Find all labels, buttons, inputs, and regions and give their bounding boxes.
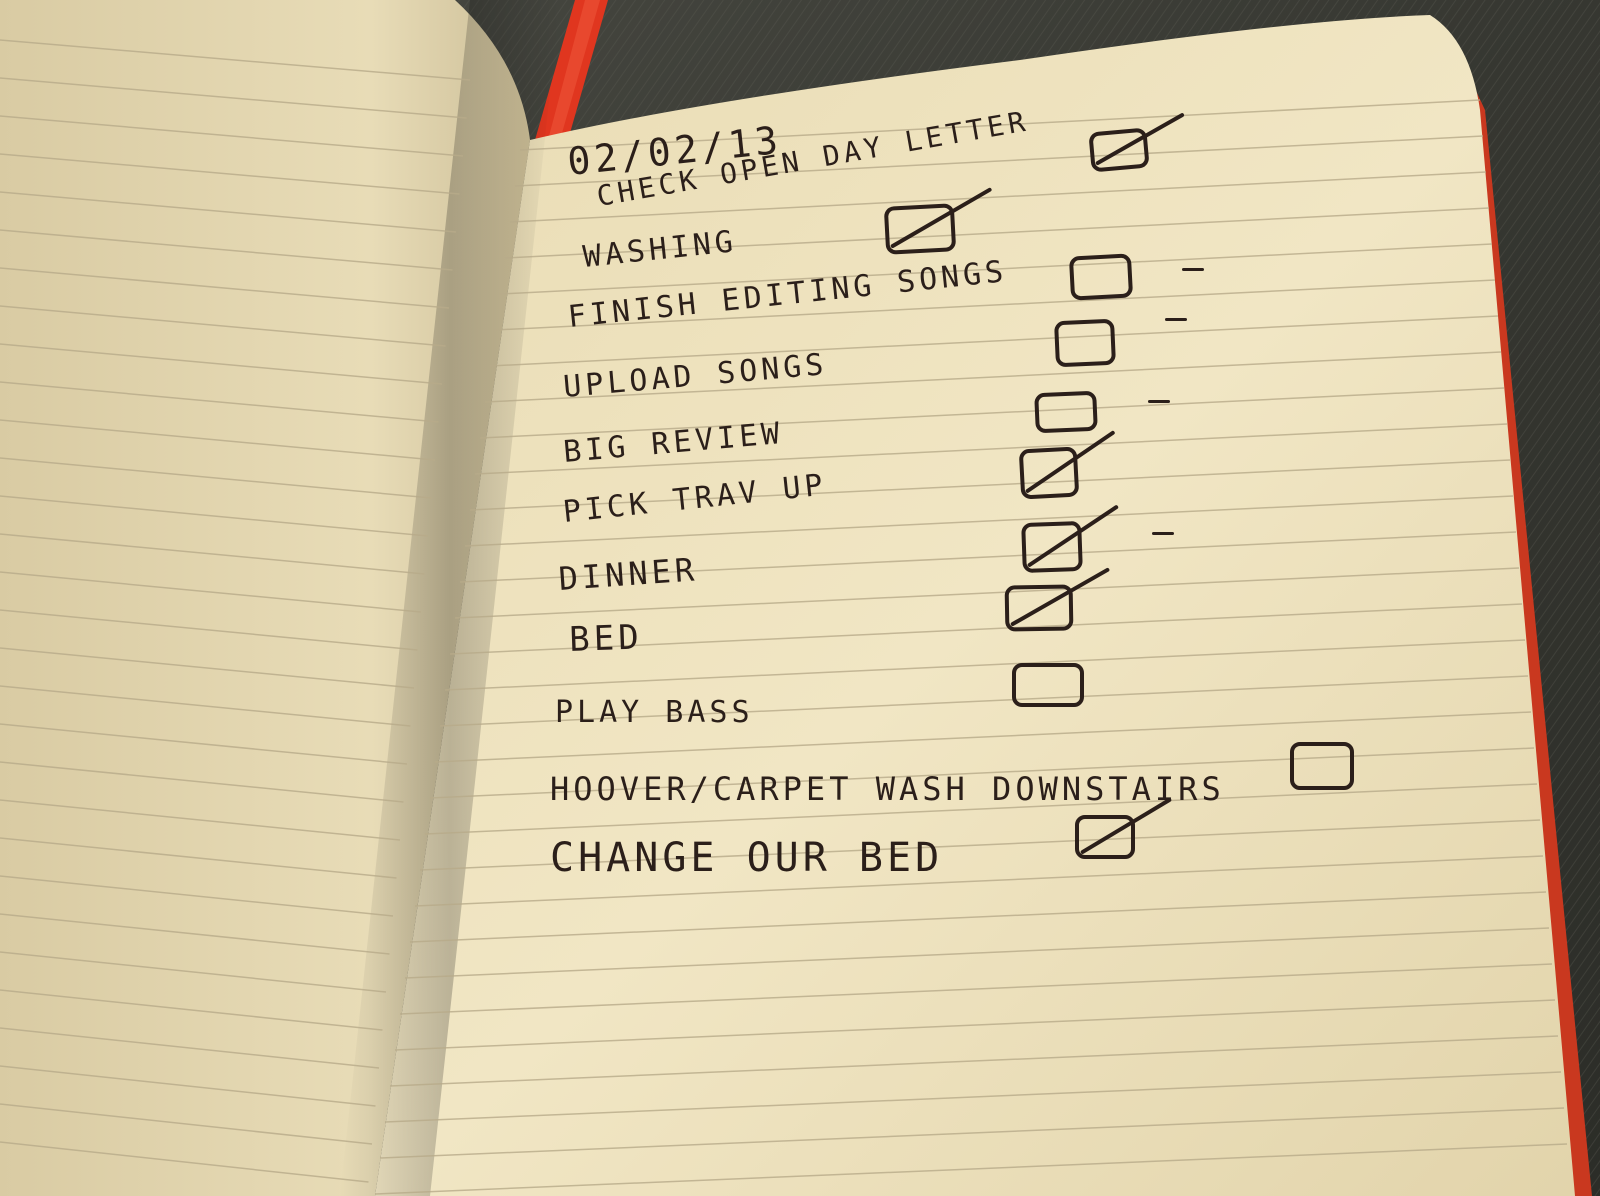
- todo-checkbox: [1034, 390, 1098, 434]
- notebook-photo: [0, 0, 1600, 1196]
- todo-item-text: Hoover/carpet wash downstairs: [550, 770, 1225, 808]
- dash-mark: [1165, 318, 1187, 321]
- todo-item-text: Bed: [568, 617, 644, 660]
- todo-checkbox: [1068, 253, 1134, 301]
- dash-mark: [1182, 268, 1204, 271]
- dash-mark: [1148, 400, 1170, 403]
- todo-item-text: Change our bed: [550, 835, 944, 881]
- todo-item-text: Play bass: [555, 695, 754, 730]
- dash-mark: [1152, 532, 1174, 535]
- todo-checkbox: [1290, 742, 1354, 790]
- right-page: [375, 15, 1575, 1196]
- todo-checkbox: [1054, 318, 1116, 368]
- todo-checkbox: [1012, 663, 1084, 707]
